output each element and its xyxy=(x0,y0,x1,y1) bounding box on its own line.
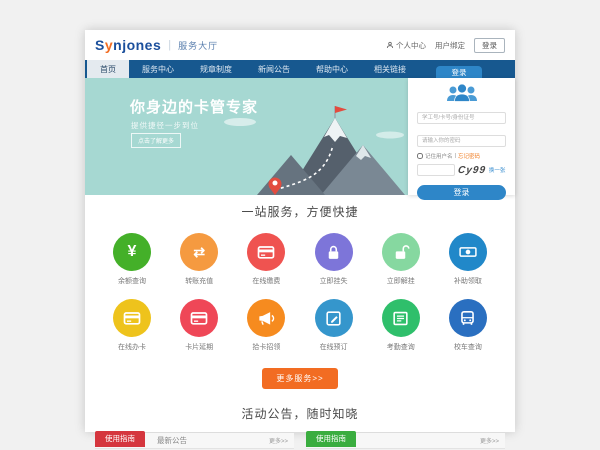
user-icon xyxy=(386,41,394,49)
yen-icon: ¥ xyxy=(128,243,137,261)
header-right: 个人中心 用户绑定 登录 xyxy=(386,38,505,53)
service-label: 卡片延期 xyxy=(185,342,213,352)
service-report-loss[interactable]: 立即挂失 xyxy=(309,233,359,286)
logo: Synjones xyxy=(95,37,161,53)
captcha-refresh-link[interactable]: 换一张 xyxy=(489,166,506,174)
announcements-title: 活动公告，随时知晓 xyxy=(85,405,515,422)
site-subtitle: 服务大厅 xyxy=(178,39,218,52)
password-input[interactable] xyxy=(417,135,506,147)
service-online-booking[interactable]: 在线预订 xyxy=(309,299,359,352)
service-label: 在线办卡 xyxy=(118,342,146,352)
service-label: 余额查询 xyxy=(118,276,146,286)
banner-cta-button[interactable]: 点击了解更多 xyxy=(131,133,181,148)
banknote-icon xyxy=(458,242,478,262)
services-row-1: ¥ 余额查询 ⇄ 转账充值 在线缴费 立即挂失 xyxy=(85,233,515,286)
services-row-2: 在线办卡 卡片延期 拾卡招领 在线预订 xyxy=(85,299,515,352)
username-input[interactable] xyxy=(417,112,506,124)
announcements-section: 活动公告，随时知晓 使用指南 最新公告 更多>> 使用指南 更多>> xyxy=(85,405,515,449)
more-link-left[interactable]: 更多>> xyxy=(269,436,288,445)
remember-checkbox[interactable] xyxy=(417,153,423,159)
edit-icon xyxy=(324,309,343,328)
bank-card-icon xyxy=(189,308,209,328)
service-attendance-inquiry[interactable]: 考勤查询 xyxy=(376,299,426,352)
top-header: Synjones | 服务大厅 个人中心 用户绑定 登录 xyxy=(85,30,515,60)
service-balance-inquiry[interactable]: ¥ 余额查询 xyxy=(107,233,157,286)
logo-text: S xyxy=(95,37,105,53)
bus-icon xyxy=(458,309,477,328)
logo-text-rest: njones xyxy=(113,37,161,53)
service-label: 考勤查询 xyxy=(387,342,415,352)
service-school-bus-inquiry[interactable]: 校车查询 xyxy=(443,299,493,352)
service-label: 在线缴费 xyxy=(252,276,280,286)
login-submit-button[interactable]: 登录 xyxy=(417,185,506,200)
nav-item-home[interactable]: 首页 xyxy=(87,60,129,78)
service-online-card-apply[interactable]: 在线办卡 xyxy=(107,299,157,352)
service-label: 立即解挂 xyxy=(387,276,415,286)
options-divider: | xyxy=(455,153,456,159)
captcha-row: Cy99 换一张 xyxy=(417,164,506,176)
service-label: 补助领取 xyxy=(454,276,482,286)
tab-latest-announcements[interactable]: 最新公告 xyxy=(157,435,187,446)
panel-bar: 使用指南 最新公告 更多>> xyxy=(95,433,294,449)
tab-usage-guide-red[interactable]: 使用指南 xyxy=(95,431,145,447)
service-found-card-claim[interactable]: 拾卡招领 xyxy=(241,299,291,352)
forgot-password-link[interactable]: 忘记密码 xyxy=(458,152,480,160)
login-options: 记住用户名 | 忘记密码 xyxy=(417,152,506,160)
guide-panel-left: 使用指南 最新公告 更多>> xyxy=(95,433,294,449)
logo-accent: y xyxy=(105,37,113,53)
login-panel: 登录 记住用户名 | 忘记密码 Cy99 换一张 xyxy=(408,66,515,195)
nav-item-service-center[interactable]: 服务中心 xyxy=(129,60,187,78)
lock-icon xyxy=(324,243,343,262)
logo-divider: | xyxy=(168,39,171,51)
more-services-button[interactable]: 更多服务>> xyxy=(262,368,337,389)
captcha-image[interactable]: Cy99 xyxy=(457,165,486,176)
captcha-input[interactable] xyxy=(417,164,455,176)
service-label: 转账充值 xyxy=(185,276,213,286)
mountain-illustration xyxy=(205,100,415,195)
login-form: 记住用户名 | 忘记密码 Cy99 换一张 登录 xyxy=(408,78,515,195)
services-section: 一站服务，方便快捷 ¥ 余额查询 ⇄ 转账充值 在线缴费 立即挂失 xyxy=(85,195,515,389)
announcement-panels: 使用指南 最新公告 更多>> 使用指南 更多>> xyxy=(85,433,515,449)
service-label: 立即挂失 xyxy=(320,276,348,286)
guide-panel-right: 使用指南 更多>> xyxy=(306,433,505,449)
more-link-right[interactable]: 更多>> xyxy=(480,436,499,445)
panel-bar: 使用指南 更多>> xyxy=(306,433,505,449)
user-binding-label: 用户绑定 xyxy=(435,40,465,51)
personal-center-label: 个人中心 xyxy=(396,40,426,51)
transfer-icon: ⇄ xyxy=(193,244,205,261)
service-label: 拾卡招领 xyxy=(252,342,280,352)
service-label: 在线预订 xyxy=(320,342,348,352)
service-cancel-loss[interactable]: 立即解挂 xyxy=(376,233,426,286)
nav-item-news[interactable]: 新闻公告 xyxy=(245,60,303,78)
screenshot-canvas: Synjones | 服务大厅 个人中心 用户绑定 登录 首页 服务中心 规章制… xyxy=(0,0,600,450)
personal-center-link[interactable]: 个人中心 xyxy=(386,40,426,51)
user-binding-link[interactable]: 用户绑定 xyxy=(435,40,465,51)
header-login-button[interactable]: 登录 xyxy=(474,38,505,53)
list-icon xyxy=(391,309,410,328)
bank-card-icon xyxy=(256,242,276,262)
service-subsidy-collection[interactable]: 补助领取 xyxy=(443,233,493,286)
service-transfer-recharge[interactable]: ⇄ 转账充值 xyxy=(174,233,224,286)
service-card-extension[interactable]: 卡片延期 xyxy=(174,299,224,352)
service-online-payment[interactable]: 在线缴费 xyxy=(241,233,291,286)
service-label: 校车查询 xyxy=(454,342,482,352)
tab-usage-guide-green[interactable]: 使用指南 xyxy=(306,431,356,447)
services-title: 一站服务，方便快捷 xyxy=(85,203,515,220)
nav-item-help[interactable]: 帮助中心 xyxy=(303,60,361,78)
banner-subtitle: 提供捷径一步到位 xyxy=(131,120,199,131)
megaphone-icon xyxy=(256,308,276,328)
nav-item-rules[interactable]: 规章制度 xyxy=(187,60,245,78)
bank-card-icon xyxy=(122,308,142,328)
users-group-icon xyxy=(417,84,506,102)
unlock-icon xyxy=(391,243,410,262)
remember-label: 记住用户名 xyxy=(425,152,453,160)
portal-page: Synjones | 服务大厅 个人中心 用户绑定 登录 首页 服务中心 规章制… xyxy=(85,30,515,432)
